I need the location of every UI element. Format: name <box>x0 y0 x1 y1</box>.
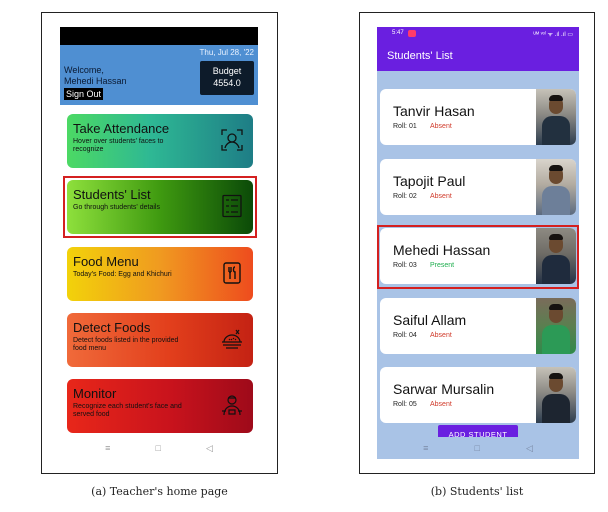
card-subtitle: Hover over students' faces to recognize <box>73 138 164 153</box>
face-scan-icon <box>221 129 243 151</box>
student-name: Saiful Allam <box>393 312 467 328</box>
status-bar: 5:47 ᵁᴹ ᵛᵒˡ ᯤ .ıl .ıl ▭ <box>377 27 579 41</box>
student-name: Tanvir Hasan <box>393 103 475 119</box>
student-roll: Roll: 01 <box>393 123 417 130</box>
budget-box: Budget 4554.0 <box>200 61 254 95</box>
status-time: 5:47 <box>392 30 404 36</box>
students-list-screen: 5:47 ᵁᴹ ᵛᵒˡ ᯤ .ıl .ıl ▭ Students' List T… <box>377 27 579 459</box>
student-photo <box>536 89 576 145</box>
page-title: Students' List <box>377 41 579 71</box>
card-subtitle: Today's Food: Egg and Khichuri <box>73 271 172 278</box>
student-roll: Roll: 04 <box>393 332 417 339</box>
student-card[interactable]: Sarwar Mursalin Roll: 05 Absent <box>380 367 576 423</box>
caption-b: (b) Students' list <box>430 485 524 498</box>
student-card[interactable]: Tapojit Paul Roll: 02 Absent <box>380 159 576 215</box>
sign-out-button[interactable]: Sign Out <box>64 88 104 100</box>
card-subtitle: Recognize each student's face and served… <box>73 403 182 418</box>
date-label: Thu, Jul 28, '22 <box>199 48 254 57</box>
food-tray-icon <box>222 329 242 349</box>
menu-nav-icon[interactable]: ≡ <box>423 443 428 453</box>
selection-highlight <box>377 225 579 289</box>
student-status: Absent <box>430 401 452 408</box>
detect-foods-card[interactable]: Detect Foods Detect foods listed in the … <box>67 313 253 367</box>
nav-bar: ≡ □ ◁ <box>60 437 258 459</box>
budget-label: Budget <box>212 66 242 76</box>
student-photo <box>536 159 576 215</box>
home-header: Thu, Jul 28, '22 Welcome, Mehedi Hassan … <box>60 45 258 105</box>
student-card[interactable]: Tanvir Hasan Roll: 01 Absent <box>380 89 576 145</box>
status-bar <box>60 27 258 45</box>
student-name: Tapojit Paul <box>393 173 466 189</box>
monitor-person-icon <box>222 395 242 416</box>
student-status: Absent <box>430 332 452 339</box>
take-attendance-card[interactable]: Take Attendance Hover over students' fac… <box>67 114 253 168</box>
back-nav-icon[interactable]: ◁ <box>206 443 213 454</box>
menu-nav-icon[interactable]: ≡ <box>105 443 110 453</box>
user-name: Mehedi Hassan <box>64 76 127 86</box>
selection-highlight <box>63 176 257 238</box>
student-card[interactable]: Saiful Allam Roll: 04 Absent <box>380 298 576 354</box>
figure-panel-a: Thu, Jul 28, '22 Welcome, Mehedi Hassan … <box>41 12 278 474</box>
student-roll: Roll: 05 <box>393 401 417 408</box>
signal-battery-icons: ᵁᴹ ᵛᵒˡ ᯤ .ıl .ıl ▭ <box>533 32 573 38</box>
menu-icon <box>223 262 241 284</box>
student-photo <box>536 367 576 423</box>
home-nav-icon[interactable]: □ <box>155 443 160 453</box>
back-nav-icon[interactable]: ◁ <box>526 443 533 454</box>
card-subtitle: Detect foods listed in the provided food… <box>73 337 179 352</box>
welcome-text: Welcome, Mehedi Hassan <box>64 65 127 87</box>
nav-bar: ≡ □ ◁ <box>377 437 579 459</box>
student-status: Absent <box>430 123 452 130</box>
teacher-home-screen: Thu, Jul 28, '22 Welcome, Mehedi Hassan … <box>60 27 258 459</box>
student-roll: Roll: 02 <box>393 193 417 200</box>
welcome-line: Welcome, <box>64 65 104 75</box>
monitor-card[interactable]: Monitor Recognize each student's face an… <box>67 379 253 433</box>
figure-panel-b: 5:47 ᵁᴹ ᵛᵒˡ ᯤ .ıl .ıl ▭ Students' List T… <box>359 12 595 474</box>
notification-icon <box>408 30 416 37</box>
caption-a: (a) Teacher's home page <box>91 485 228 498</box>
food-menu-card[interactable]: Food Menu Today's Food: Egg and Khichuri <box>67 247 253 301</box>
home-nav-icon[interactable]: □ <box>474 443 479 453</box>
student-name: Sarwar Mursalin <box>393 381 495 397</box>
budget-value: 4554.0 <box>213 78 241 88</box>
student-status: Absent <box>430 193 452 200</box>
student-photo <box>536 298 576 354</box>
